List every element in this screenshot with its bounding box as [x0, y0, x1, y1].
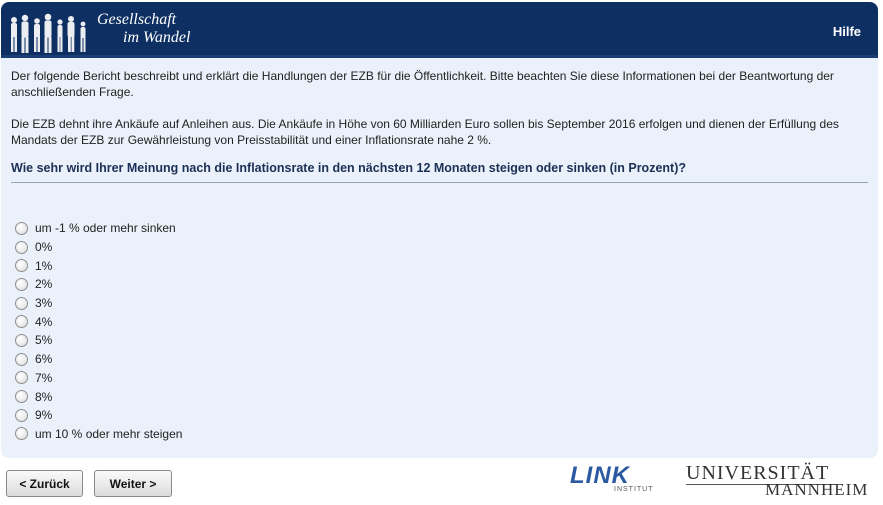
intro-paragraph: Der folgende Bericht beschreibt und erkl… [11, 69, 834, 99]
question-content: Der folgende Bericht beschreibt und erkl… [11, 68, 868, 183]
info-paragraph: Die EZB dehnt ihre Ankäufe auf Anleihen … [11, 117, 839, 147]
option-label: 6% [35, 352, 53, 367]
option-label: 9% [35, 408, 53, 423]
option-label: 0% [35, 240, 53, 255]
radio-button[interactable] [15, 296, 28, 310]
option-row[interactable]: 4% [15, 312, 182, 331]
radio-button[interactable] [15, 371, 28, 385]
option-label: 1% [35, 258, 53, 273]
link-logo-sub: INSTITUT [614, 486, 654, 493]
option-row[interactable]: 7% [15, 369, 182, 388]
link-institut-logo: LINK INSTITUT [570, 464, 654, 496]
radio-button[interactable] [15, 352, 28, 366]
radio-button[interactable] [15, 333, 28, 347]
radio-button[interactable] [15, 390, 28, 404]
option-label: 4% [35, 314, 53, 329]
radio-button[interactable] [15, 221, 28, 235]
option-row[interactable]: 5% [15, 331, 182, 350]
option-row[interactable]: 1% [15, 256, 182, 275]
option-label: 3% [35, 296, 53, 311]
radio-button[interactable] [15, 277, 28, 291]
uni-logo-line-2: MANNHEIM [765, 480, 869, 499]
radio-button[interactable] [15, 427, 28, 441]
link-logo-word: LINK [570, 462, 630, 489]
survey-panel: Gesellschaft im Wandel Hilfe Der folgend… [1, 2, 878, 458]
radio-button[interactable] [15, 408, 28, 422]
option-row[interactable]: 8% [15, 387, 182, 406]
university-mannheim-logo: UNIVERSITÄT MANNHEIM [686, 463, 869, 499]
radio-button[interactable] [15, 259, 28, 273]
next-button[interactable]: Weiter > [94, 470, 172, 497]
people-silhouettes-logo [11, 13, 86, 53]
option-label: um -1 % oder mehr sinken [35, 221, 176, 236]
help-link[interactable]: Hilfe [833, 24, 861, 39]
option-label: 5% [35, 333, 53, 348]
back-button[interactable]: < Zurück [6, 470, 83, 497]
brand-line-2: im Wandel [123, 29, 191, 46]
question-text: Wie sehr wird Ihrer Meinung nach die Inf… [11, 160, 868, 183]
option-row[interactable]: 0% [15, 238, 182, 257]
option-row[interactable]: 6% [15, 350, 182, 369]
radio-button[interactable] [15, 240, 28, 254]
option-label: 8% [35, 389, 53, 404]
option-row[interactable]: um -1 % oder mehr sinken [15, 219, 182, 238]
answer-options: um -1 % oder mehr sinken 0% 1% 2% 3% 4% … [15, 219, 182, 443]
brand-logo-text: Gesellschaft im Wandel [97, 11, 190, 47]
option-label: um 10 % oder mehr steigen [35, 426, 183, 441]
option-label: 2% [35, 277, 53, 292]
option-row[interactable]: 9% [15, 406, 182, 425]
option-row[interactable]: 2% [15, 275, 182, 294]
radio-button[interactable] [15, 315, 28, 329]
header-bar: Gesellschaft im Wandel Hilfe [1, 2, 878, 58]
option-label: 7% [35, 370, 53, 385]
brand-line-1: Gesellschaft [97, 11, 177, 28]
option-row[interactable]: um 10 % oder mehr steigen [15, 425, 182, 444]
option-row[interactable]: 3% [15, 294, 182, 313]
